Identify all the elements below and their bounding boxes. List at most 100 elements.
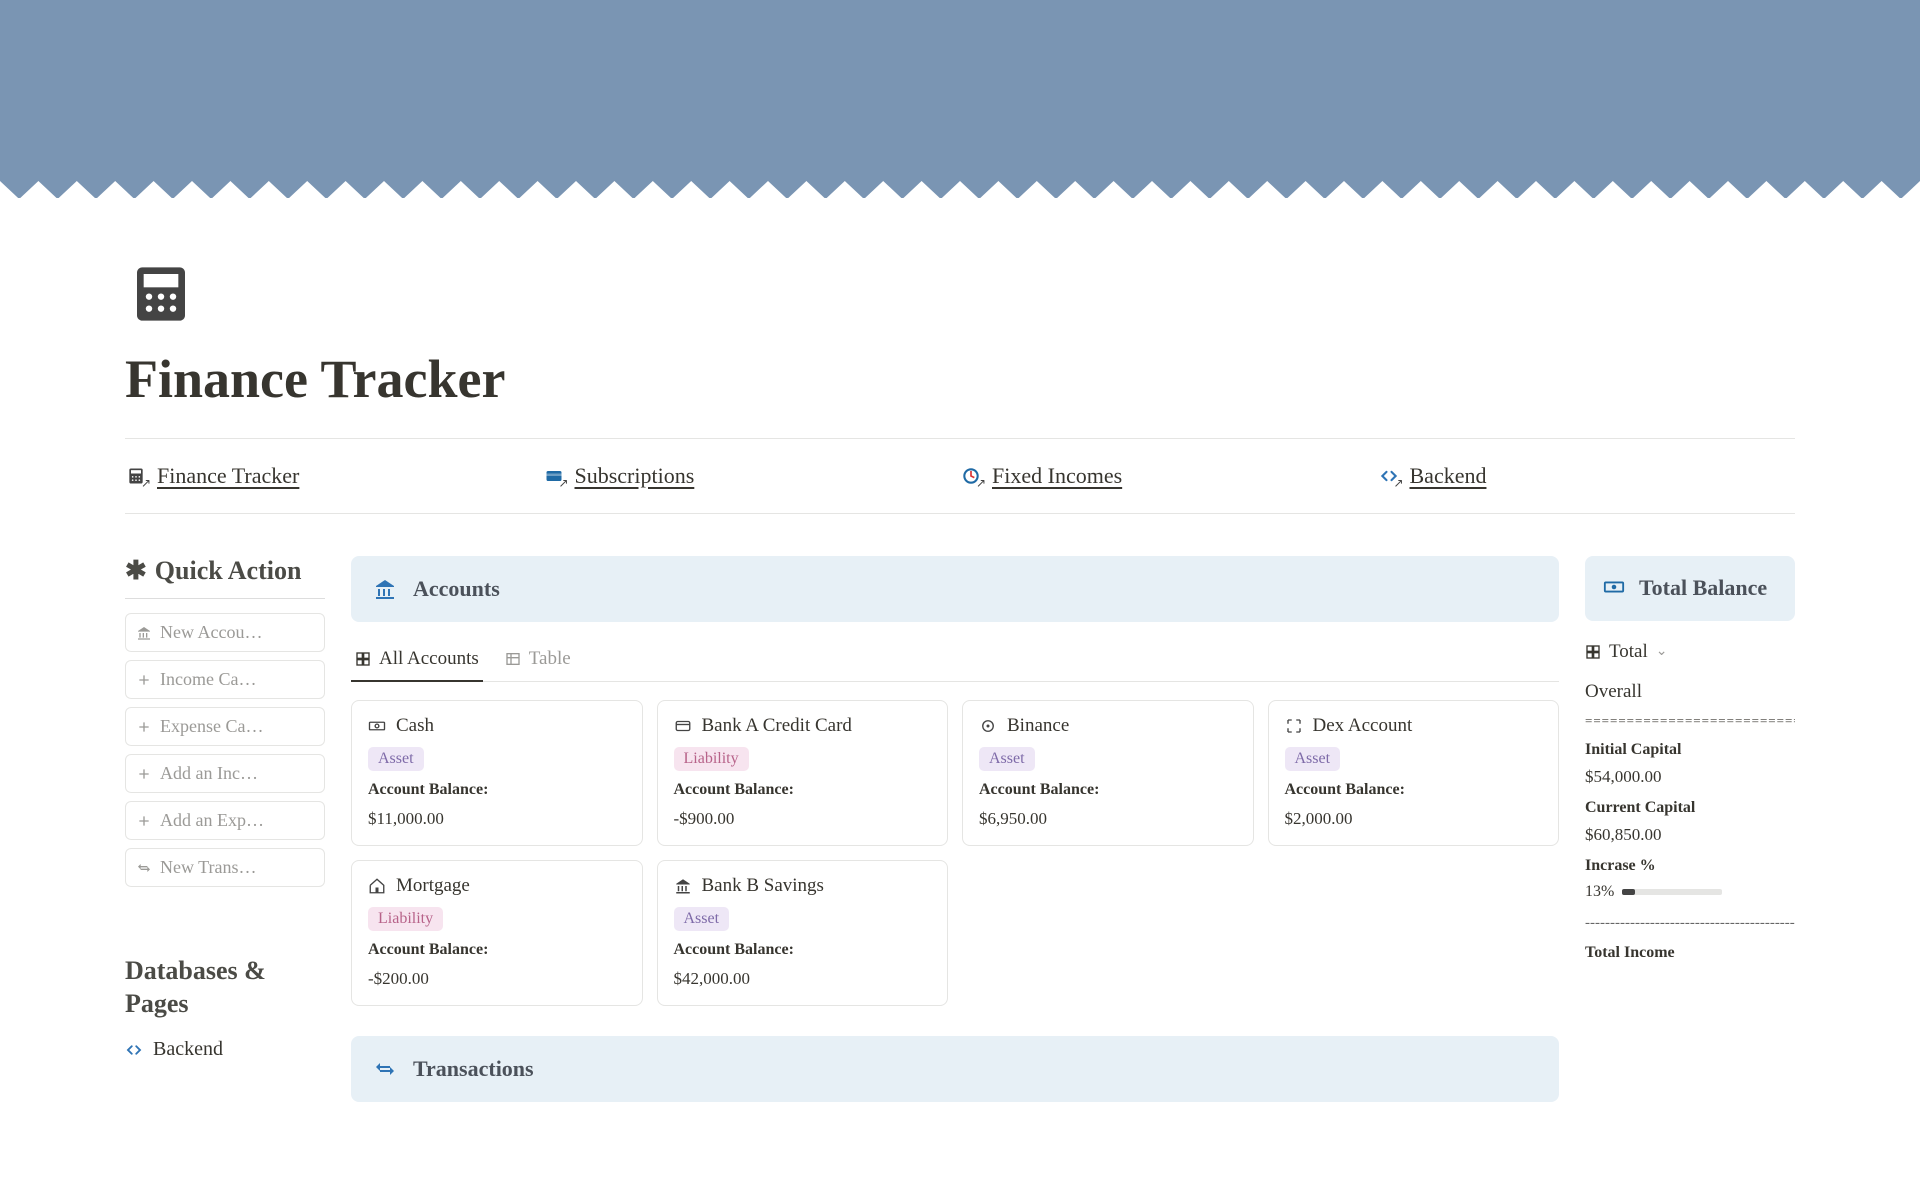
arrow-out-icon: ↗ (976, 476, 986, 491)
bank-icon (674, 877, 692, 895)
balance-value: $42,000.00 (674, 969, 932, 989)
initial-capital-value: $54,000.00 (1585, 767, 1795, 787)
credit-card-icon (674, 717, 692, 735)
account-card-mortgage[interactable]: Mortgage Liability Account Balance: -$20… (351, 860, 643, 1006)
total-income-label: Total Income (1585, 944, 1795, 962)
board-icon (1585, 644, 1601, 660)
tab-all-accounts[interactable]: All Accounts (351, 640, 483, 682)
link-label: Subscriptions (575, 463, 695, 489)
current-capital-label: Current Capital (1585, 799, 1795, 817)
balance-label: Account Balance: (368, 781, 626, 799)
chevron-down-icon: ⌄ (1656, 643, 1668, 660)
bank-icon (136, 625, 152, 641)
asterisk-icon: ✱ (125, 556, 147, 586)
total-balance-callout: Total Balance (1585, 556, 1795, 621)
banner-zigzag (0, 181, 1920, 199)
code-icon (125, 1041, 143, 1059)
transactions-heading: Transactions (413, 1056, 534, 1082)
link-subscriptions[interactable]: ↗ Subscriptions (543, 463, 961, 489)
calculator-icon: ↗ (125, 465, 147, 487)
balance-value: $2,000.00 (1285, 809, 1543, 829)
balance-value: -$200.00 (368, 969, 626, 989)
arrow-out-icon: ↗ (558, 476, 568, 491)
account-card-bank-b-savings[interactable]: Bank B Savings Asset Account Balance: $4… (657, 860, 949, 1006)
add-income-button[interactable]: Add an Inc… (125, 754, 325, 793)
type-badge: Asset (979, 747, 1035, 771)
overall-label: Overall (1585, 681, 1795, 703)
progress-bar (1622, 889, 1722, 895)
plus-icon (136, 719, 152, 735)
link-fixed-incomes[interactable]: ↗ Fixed Incomes (960, 463, 1378, 489)
account-card-binance[interactable]: Binance Asset Account Balance: $6,950.00 (962, 700, 1254, 846)
type-badge: Asset (1285, 747, 1341, 771)
balance-label: Account Balance: (674, 781, 932, 799)
arrow-out-icon: ↗ (141, 476, 151, 491)
plus-icon (136, 766, 152, 782)
db-item-backend[interactable]: Backend (125, 1038, 325, 1061)
tab-table[interactable]: Table (501, 640, 575, 682)
account-card-dex[interactable]: Dex Account Asset Account Balance: $2,00… (1268, 700, 1560, 846)
page-title: Finance Tracker (125, 348, 1795, 410)
balance-label: Account Balance: (979, 781, 1237, 799)
plus-icon (136, 813, 152, 829)
credit-card-icon: ↗ (543, 465, 565, 487)
arrow-out-icon: ↗ (1393, 476, 1403, 491)
sidebar: ✱ Quick Action New Accou… Income Ca… Exp… (125, 556, 325, 1061)
increase-percent: 13% (1585, 883, 1614, 901)
total-balance-heading: Total Balance (1639, 574, 1767, 603)
link-label: Backend (1410, 463, 1487, 489)
balance-label: Account Balance: (368, 941, 626, 959)
balance-value: $6,950.00 (979, 809, 1237, 829)
accounts-tabs: All Accounts Table (351, 640, 1559, 682)
increase-label: Incrase % (1585, 857, 1795, 875)
quick-action-heading: ✱ Quick Action (125, 556, 325, 586)
type-badge: Liability (368, 907, 443, 931)
top-links: ↗ Finance Tracker ↗ Subscriptions ↗ Fixe… (125, 438, 1795, 514)
accounts-heading: Accounts (413, 576, 500, 602)
account-cards: Cash Asset Account Balance: $11,000.00 B… (351, 700, 1559, 1006)
transactions-section-head: Transactions (351, 1036, 1559, 1102)
money-icon (368, 717, 386, 735)
board-icon (355, 651, 371, 667)
type-badge: Liability (674, 747, 749, 771)
plus-icon (136, 672, 152, 688)
accounts-section-head: Accounts (351, 556, 1559, 622)
new-account-button[interactable]: New Accou… (125, 613, 325, 652)
new-transfer-button[interactable]: New Trans… (125, 848, 325, 887)
separator-dashed: ----------------------------------------… (1585, 915, 1795, 932)
expand-icon (1285, 717, 1303, 735)
databases-pages-heading: Databases & Pages (125, 955, 325, 1020)
table-icon (505, 651, 521, 667)
expense-category-button[interactable]: Expense Ca… (125, 707, 325, 746)
account-card-bank-a-credit[interactable]: Bank A Credit Card Liability Account Bal… (657, 700, 949, 846)
income-category-button[interactable]: Income Ca… (125, 660, 325, 699)
transfer-icon (136, 860, 152, 876)
target-icon (979, 717, 997, 735)
transfer-icon (373, 1057, 397, 1081)
link-backend[interactable]: ↗ Backend (1378, 463, 1796, 489)
progress-fill (1622, 889, 1635, 895)
balance-value: -$900.00 (674, 809, 932, 829)
link-label: Finance Tracker (157, 463, 299, 489)
sidebar-rule (125, 598, 325, 599)
separator-equals: ============================ (1585, 713, 1795, 729)
bank-icon (373, 577, 397, 601)
house-icon (368, 877, 386, 895)
money-icon (1603, 576, 1625, 603)
balance-label: Account Balance: (674, 941, 932, 959)
page-icon-calculator (125, 258, 197, 330)
balance-label: Account Balance: (1285, 781, 1543, 799)
main-column: Accounts All Accounts Table Cash Asset A… (351, 556, 1559, 1102)
type-badge: Asset (368, 747, 424, 771)
type-badge: Asset (674, 907, 730, 931)
add-expense-button[interactable]: Add an Exp… (125, 801, 325, 840)
balance-value: $11,000.00 (368, 809, 626, 829)
account-card-cash[interactable]: Cash Asset Account Balance: $11,000.00 (351, 700, 643, 846)
link-finance-tracker[interactable]: ↗ Finance Tracker (125, 463, 543, 489)
recurring-icon: ↗ (960, 465, 982, 487)
right-column: Total Balance Total ⌄ Overall ==========… (1585, 556, 1795, 962)
initial-capital-label: Initial Capital (1585, 741, 1795, 759)
cover-banner (0, 0, 1920, 198)
total-view-selector[interactable]: Total ⌄ (1585, 641, 1795, 663)
code-icon: ↗ (1378, 465, 1400, 487)
